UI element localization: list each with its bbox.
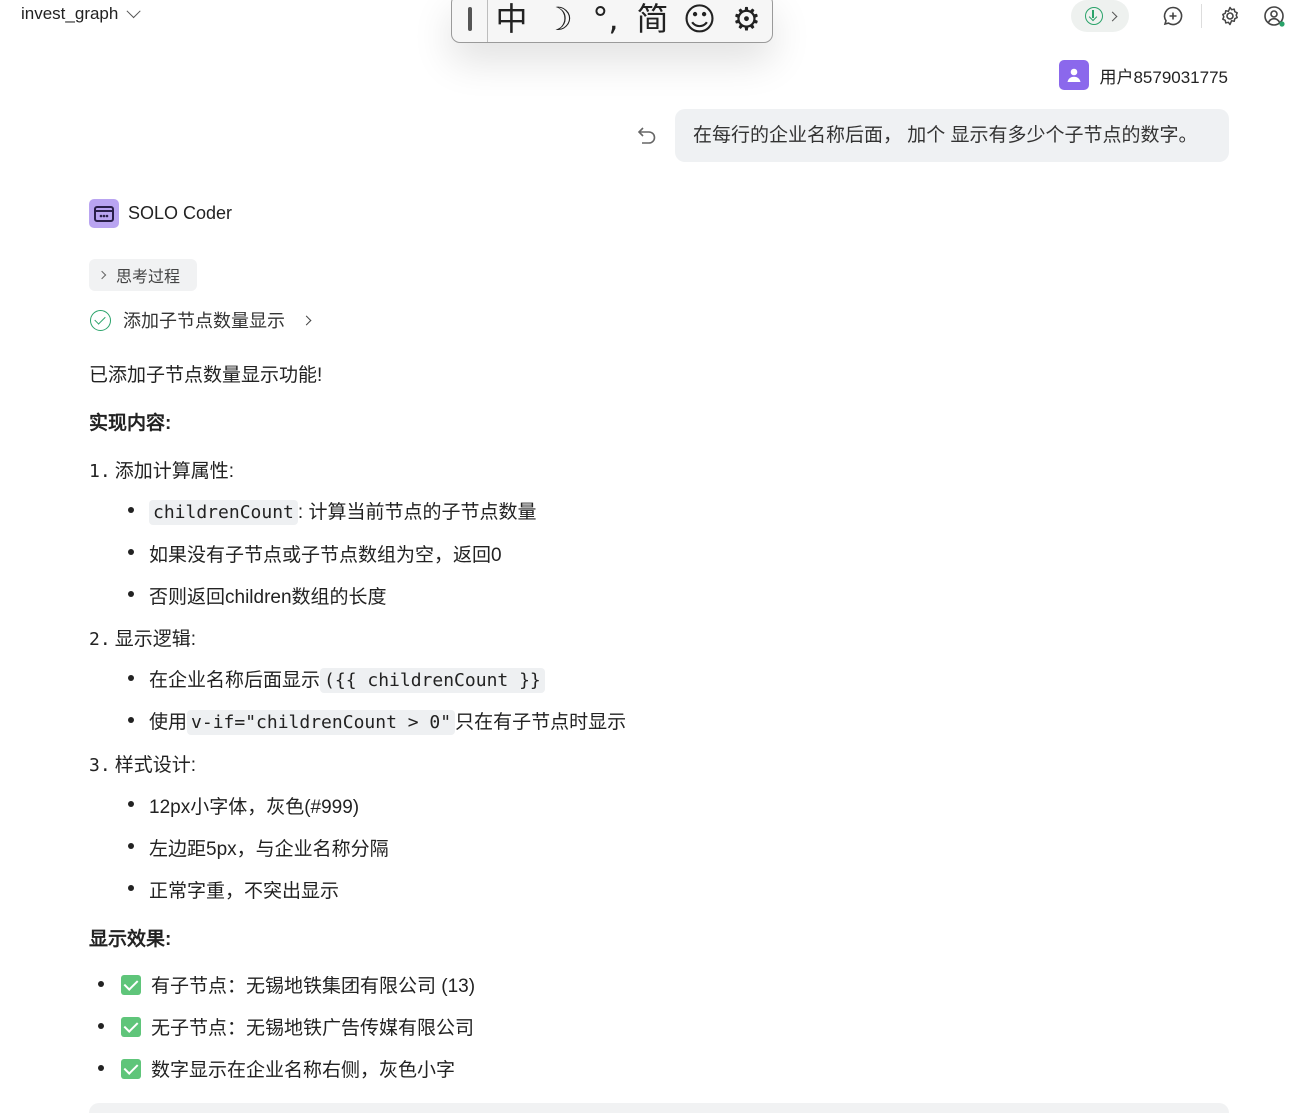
download-status-button[interactable] [1071,0,1129,32]
assistant-header: SOLO Coder [89,199,232,228]
list-item: 如果没有子节点或子节点数组为空，返回0 [149,545,502,566]
effect-item: 有子节点：无锡地铁集团有限公司 (13) [121,971,475,998]
ime-settings-icon[interactable]: ⚙ [723,0,770,42]
bullet-dot [128,801,134,807]
ime-mode-chinese[interactable]: 中 [488,0,535,42]
settings-icon [1222,6,1238,26]
ime-halfwidth-icon[interactable]: ☽ [535,0,582,42]
task-item[interactable]: 添加子节点数量显示 [90,307,312,333]
bullet-dot [128,717,134,723]
chevron-right-icon [97,270,107,280]
bullet-dot [98,1023,104,1029]
assistant-name: SOLO Coder [128,203,233,223]
bullet-dot [98,1065,104,1071]
user-name: 用户8579031775 [1099,67,1228,87]
task-label: 添加子节点数量显示 [123,311,285,331]
list-item: 12px小字体，灰色(#999) [149,797,360,818]
user-avatar [1059,60,1090,90]
toolbar-divider [1201,4,1202,28]
download-status-icon [1084,7,1103,25]
response-intro: 已添加子节点数量显示功能! [89,365,323,386]
next-block [89,1103,1229,1113]
effect-item: 无子节点：无锡地铁广告传媒有限公司 [121,1013,474,1040]
undo-icon[interactable] [636,124,658,146]
effect-item: 数字显示在企业名称右侧，灰色小字 [121,1055,455,1082]
ime-punctuation-icon[interactable]: °, [582,0,629,42]
thinking-toggle[interactable]: 思考过程 [89,259,197,291]
check-circle-icon [90,309,111,331]
chevron-right-icon [1107,11,1117,21]
bullet-dot [128,507,134,513]
section-title: 3. 样式设计: [89,755,196,776]
assistant-avatar [89,199,119,228]
ime-toolbar: 中 ☽ °, 简 ☺ ⚙ [451,0,773,43]
project-name: invest_graph [21,4,119,23]
bullet-dot [128,549,134,555]
check-box-icon [121,1017,141,1037]
user-avatar-icon [1067,68,1081,82]
chevron-down-icon [126,4,142,19]
thinking-label: 思考过程 [116,269,181,286]
chevron-right-icon [301,315,312,325]
bullet-dot [128,675,134,681]
inline-code: v-if="childrenCount > 0" [187,710,456,735]
account-button[interactable] [1263,5,1285,27]
user-message-bubble: 在每行的企业名称后面， 加个 显示有多少个子节点的数字。 [675,109,1229,162]
terminal-icon [94,205,114,222]
bullet-dot [98,981,104,987]
list-item: 在企业名称后面显示({{ childrenCount }} [149,665,545,693]
inline-code: ({{ childrenCount }} [320,668,545,693]
section-title: 2. 显示逻辑: [89,629,196,650]
top-right-actions [1071,0,1296,32]
list-item: childrenCount: 计算当前节点的子节点数量 [149,497,536,525]
list-item: 使用 v-if="childrenCount > 0" 只在有子节点时显示 [149,710,627,735]
impl-heading: 实现内容: [89,413,172,434]
list-item: 左边距5px，与企业名称分隔 [149,839,389,860]
new-chat-icon [1163,6,1183,26]
bullet-dot [128,843,134,849]
list-item: 否则返回children数组的长度 [149,587,387,608]
account-icon [1264,6,1285,27]
bullet-dot [128,885,134,891]
section-title: 1. 添加计算属性: [89,461,234,482]
ime-emoji-icon[interactable]: ☺ [676,0,723,42]
check-box-icon [121,1059,141,1079]
user-message-header: 用户8579031775 [1059,60,1228,90]
project-selector[interactable]: invest_graph [21,4,142,24]
new-chat-button[interactable] [1162,5,1184,27]
bullet-dot [128,591,134,597]
list-item: 正常字重，不突出显示 [149,881,340,902]
effect-heading: 显示效果: [89,929,172,950]
ime-drag-handle[interactable] [452,0,488,42]
check-box-icon [121,975,141,995]
inline-code: childrenCount [149,500,298,525]
settings-button[interactable] [1219,5,1241,27]
ime-simplified-toggle[interactable]: 简 [629,0,676,42]
